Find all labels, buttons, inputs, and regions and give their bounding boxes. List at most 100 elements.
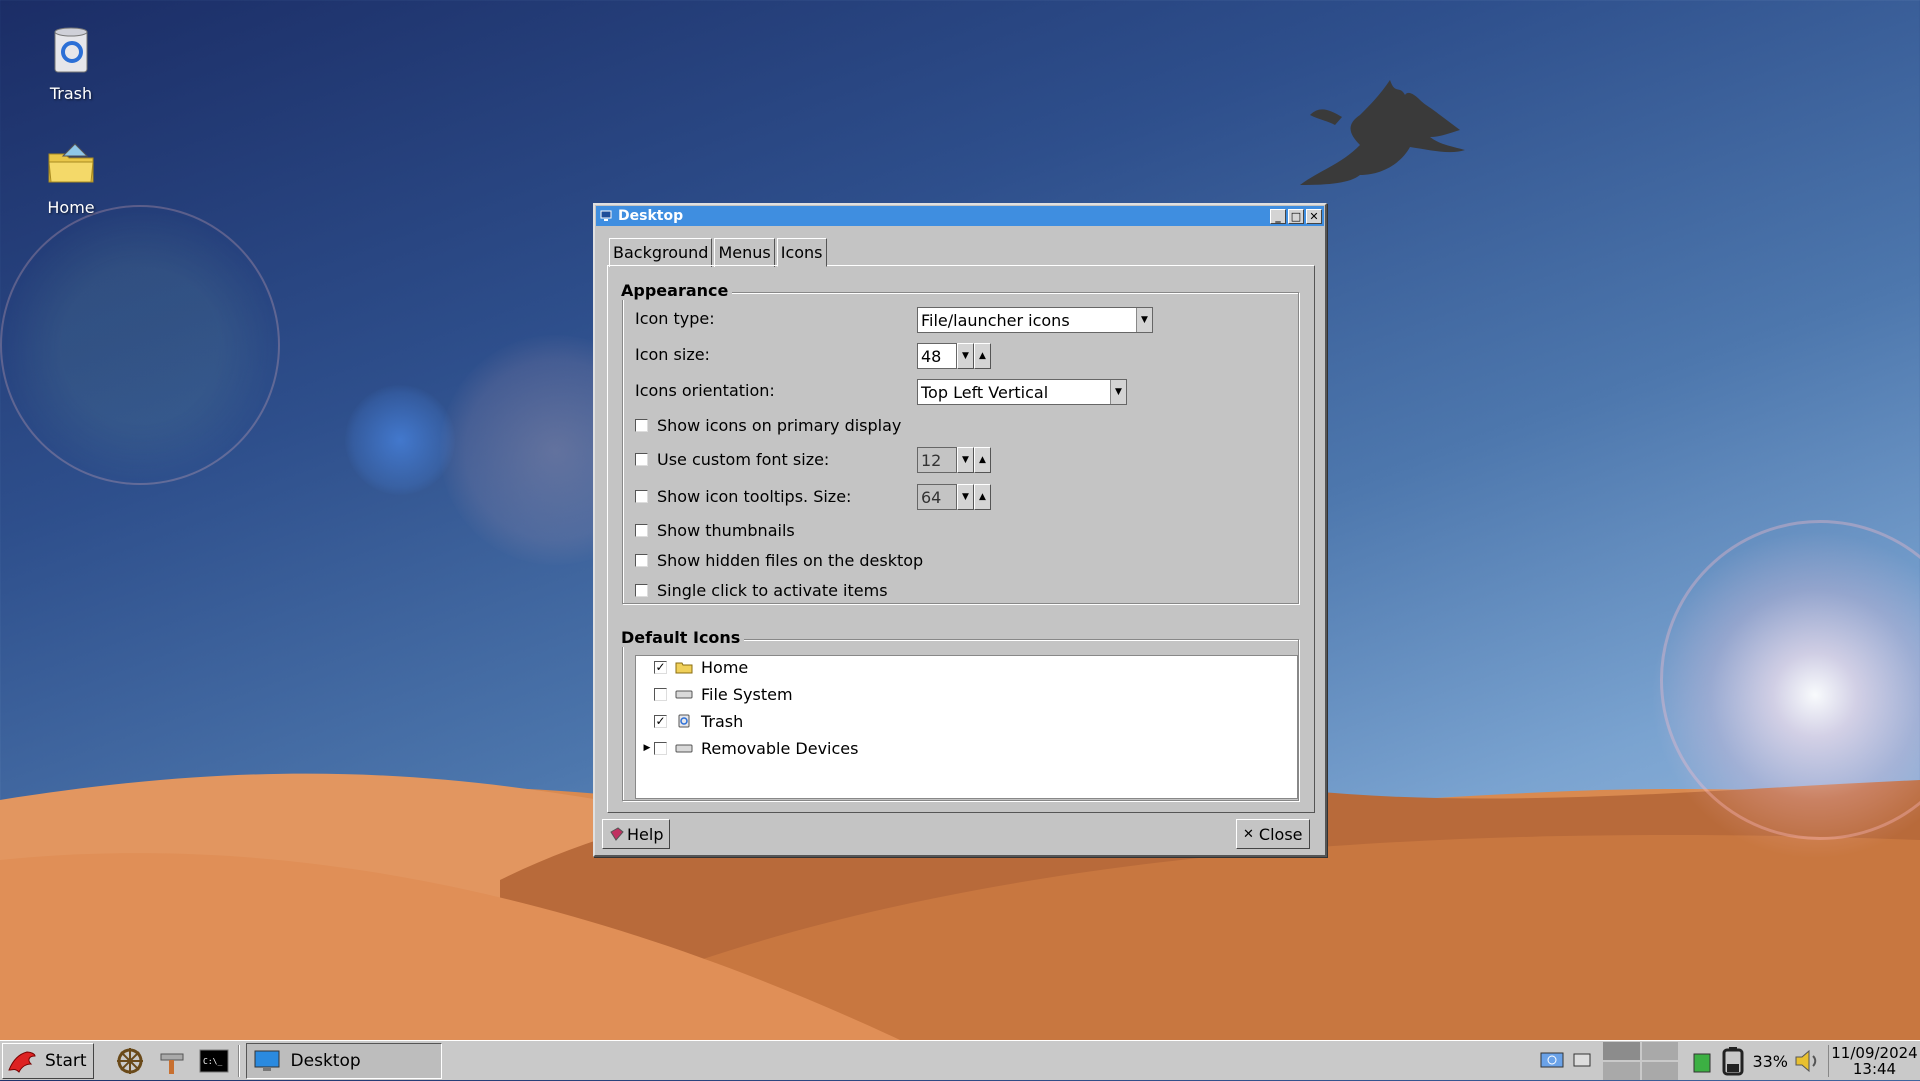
wheel-icon — [116, 1047, 143, 1074]
tab-bar: Background Menus Icons — [609, 238, 829, 267]
spin-up-icon[interactable]: ▲ — [974, 343, 991, 369]
appearance-group: Appearance Icon type: File/launcher icon… — [621, 281, 1299, 604]
taskbar-separator — [237, 1044, 240, 1077]
close-icon: ✕ — [1309, 209, 1319, 223]
minimize-button[interactable]: _ — [1270, 208, 1286, 224]
clock[interactable]: 11/09/2024 13:44 — [1828, 1045, 1920, 1077]
drive-icon — [675, 690, 693, 699]
single-click-checkbox[interactable]: Single click to activate items — [635, 581, 888, 600]
clock-date: 11/09/2024 — [1831, 1044, 1918, 1062]
checkbox-checked[interactable]: ✓ — [654, 714, 667, 728]
close-window-button[interactable]: ✕ — [1306, 208, 1322, 224]
default-icons-group: Default Icons ✓ Home File System ✓ Trash… — [621, 628, 1299, 801]
bird-silhouette — [1300, 80, 1465, 185]
tab-background[interactable]: Background — [609, 238, 713, 267]
tooltip-size-value[interactable]: 64 — [917, 484, 957, 510]
orientation-value: Top Left Vertical — [921, 382, 1049, 402]
tooltips-checkbox[interactable]: Show icon tooltips. Size: — [635, 487, 851, 506]
desktop-icon-home[interactable]: Home — [16, 138, 126, 217]
quicklaunch-settings[interactable] — [114, 1045, 146, 1077]
tab-menus[interactable]: Menus — [714, 238, 775, 267]
font-size-value[interactable]: 12 — [917, 447, 957, 473]
home-folder-icon — [675, 662, 693, 674]
help-book-icon — [610, 827, 624, 841]
icon-size-value[interactable]: 48 — [917, 343, 957, 369]
battery-percentage: 33% — [1752, 1051, 1788, 1071]
checkbox[interactable] — [635, 453, 648, 466]
workspace-pager[interactable] — [1603, 1042, 1679, 1080]
checkbox[interactable] — [635, 490, 648, 503]
spin-up-icon[interactable]: ▲ — [974, 484, 991, 510]
icon-type-select[interactable]: File/launcher icons ▼ — [917, 307, 1153, 333]
custom-font-checkbox[interactable]: Use custom font size: — [635, 450, 829, 469]
desktop-icon-label: Trash — [49, 84, 93, 103]
window-title: Desktop — [618, 208, 684, 224]
checkbox[interactable] — [654, 741, 667, 755]
maximize-icon: □ — [1290, 209, 1302, 223]
show-thumbnails-checkbox[interactable]: Show thumbnails — [635, 521, 795, 540]
checkbox[interactable] — [635, 419, 648, 432]
checkbox[interactable] — [635, 584, 648, 597]
icon-type-label: Icon type: — [635, 309, 715, 328]
icon-type-value: File/launcher icons — [921, 310, 1070, 330]
desktop-settings-window: Desktop _ □ ✕ Background Menus Icons App… — [593, 203, 1327, 857]
desktop-icon-label: Home — [47, 198, 95, 217]
start-button[interactable]: Start — [2, 1042, 94, 1079]
show-hidden-checkbox[interactable]: Show hidden files on the desktop — [635, 551, 923, 570]
help-button[interactable]: Help — [602, 819, 671, 849]
network-icon[interactable] — [1539, 1051, 1565, 1071]
home-folder-icon — [48, 143, 94, 183]
volume-icon[interactable] — [1792, 1046, 1822, 1076]
default-icons-title: Default Icons — [621, 628, 745, 647]
font-size-spinner[interactable]: 12 ▼ ▲ — [917, 447, 991, 473]
tree-item-removable-devices[interactable]: ▶ Removable Devices — [640, 737, 859, 759]
terminal-icon: C:\_ — [199, 1049, 229, 1072]
expand-arrow-icon[interactable]: ▶ — [640, 743, 654, 753]
quicklaunch-tools[interactable] — [156, 1045, 188, 1077]
spin-down-icon[interactable]: ▼ — [957, 447, 974, 473]
icon-size-spinner[interactable]: 48 ▼ ▲ — [917, 343, 991, 369]
chevron-down-icon: ▼ — [1110, 380, 1126, 404]
window-titlebar[interactable]: Desktop _ □ ✕ — [596, 206, 1324, 226]
desktop-icon-trash[interactable]: Trash — [16, 24, 126, 103]
close-icon: ✕ — [1243, 826, 1254, 842]
clock-time: 13:44 — [1852, 1060, 1897, 1078]
tree-item-trash[interactable]: ✓ Trash — [640, 710, 743, 732]
checkbox[interactable] — [635, 554, 648, 567]
spin-down-icon[interactable]: ▼ — [957, 484, 974, 510]
battery-icon[interactable] — [1720, 1046, 1748, 1076]
icons-tab-panel: Appearance Icon type: File/launcher icon… — [607, 265, 1315, 813]
monitor-icon — [600, 210, 612, 221]
trash-icon — [678, 714, 690, 728]
monitor-icon — [254, 1050, 280, 1071]
icon-size-label: Icon size: — [635, 345, 710, 364]
svg-text:C:\_: C:\_ — [203, 1057, 222, 1066]
trash-icon — [54, 27, 88, 73]
start-logo-icon — [8, 1050, 36, 1073]
window-icon[interactable] — [1571, 1051, 1597, 1071]
spin-down-icon[interactable]: ▼ — [957, 343, 974, 369]
spin-up-icon[interactable]: ▲ — [974, 447, 991, 473]
tree-item-home[interactable]: ✓ Home — [640, 656, 748, 678]
minimize-icon: _ — [1275, 209, 1281, 223]
system-tray: 33% 11/09/2024 13:44 — [1539, 1041, 1920, 1081]
orientation-label: Icons orientation: — [635, 381, 775, 400]
tab-icons[interactable]: Icons — [776, 238, 827, 267]
maximize-button[interactable]: □ — [1288, 208, 1304, 224]
checkbox-checked[interactable]: ✓ — [654, 660, 667, 674]
close-button[interactable]: ✕ Close — [1236, 819, 1310, 849]
quicklaunch-terminal[interactable]: C:\_ — [198, 1045, 230, 1077]
chevron-down-icon: ▼ — [1136, 308, 1152, 332]
tools-icon — [160, 1053, 184, 1074]
show-primary-checkbox[interactable]: Show icons on primary display — [635, 416, 901, 435]
drive-icon — [675, 744, 693, 753]
tree-item-file-system[interactable]: File System — [640, 683, 793, 705]
taskbar: Start C:\_ Desktop 33% 11/09/2024 13:44 — [0, 1040, 1920, 1080]
tooltip-size-spinner[interactable]: 64 ▼ ▲ — [917, 484, 991, 510]
checkbox[interactable] — [654, 687, 667, 701]
task-button-desktop[interactable]: Desktop — [245, 1042, 442, 1079]
orientation-select[interactable]: Top Left Vertical ▼ — [917, 379, 1127, 405]
app-tray-icon[interactable] — [1690, 1046, 1714, 1076]
checkbox[interactable] — [635, 524, 648, 537]
appearance-title: Appearance — [621, 281, 733, 300]
